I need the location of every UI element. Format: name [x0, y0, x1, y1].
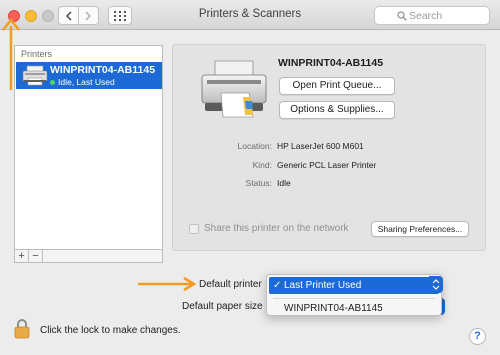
lock-message: Click the lock to make changes.	[40, 325, 181, 336]
kind-row: Kind: Generic PCL Laser Printer	[173, 160, 487, 172]
annotation-arrow-right-icon	[138, 276, 197, 292]
share-printer-checkbox[interactable]	[189, 223, 199, 234]
options-supplies-button[interactable]: Options & Supplies...	[279, 101, 395, 119]
printer-icon	[22, 65, 48, 86]
search-field[interactable]: Search	[374, 6, 490, 25]
printers-list: Printers WINPRINT04-AB1145 Idle, Last Us…	[14, 45, 163, 250]
status-dot-icon	[50, 79, 55, 85]
printers-list-footer: + −	[14, 250, 163, 263]
menu-item-last-printer-used-label: Last Printer Used	[284, 280, 362, 291]
printer-large-icon	[201, 60, 267, 118]
share-printer-label: Share this printer on the network	[204, 223, 349, 234]
search-placeholder: Search	[409, 9, 443, 22]
printer-list-item[interactable]: WINPRINT04-AB1145 Idle, Last Used	[16, 62, 162, 89]
default-paper-size-label: Default paper size	[182, 301, 263, 312]
status-label: Status:	[245, 178, 272, 188]
sharing-preferences-button[interactable]: Sharing Preferences...	[371, 221, 469, 237]
menu-item-winprint[interactable]: WINPRINT04-AB1145	[269, 302, 439, 316]
location-value: HP LaserJet 600 M601	[277, 141, 364, 151]
printer-list-item-name: WINPRINT04-AB1145	[50, 64, 156, 76]
menu-divider	[273, 298, 435, 299]
default-printer-label: Default printer	[199, 279, 262, 290]
search-icon	[397, 11, 407, 21]
chevron-updown-icon	[432, 279, 440, 290]
remove-printer-button[interactable]: −	[29, 250, 43, 262]
help-button[interactable]: ?	[469, 328, 486, 345]
kind-value: Generic PCL Laser Printer	[277, 160, 377, 170]
kind-label: Kind:	[252, 160, 272, 170]
menu-item-last-printer-used[interactable]: ✓ Last Printer Used	[269, 277, 439, 294]
status-value: Idle	[277, 178, 291, 188]
status-row: Status: Idle	[173, 178, 487, 190]
default-printer-menu[interactable]: ✓ Last Printer Used WINPRINT04-AB1145	[266, 274, 442, 316]
location-label: Location:	[237, 141, 273, 151]
checkmark-icon: ✓	[273, 280, 282, 291]
printers-list-header: Printers	[21, 49, 53, 59]
default-printer-popup-stepper	[429, 276, 443, 293]
printer-name-heading: WINPRINT04-AB1145	[278, 57, 384, 69]
title-bar: Printers & Scanners Search	[0, 0, 500, 30]
printer-list-item-status-text: Idle, Last Used	[58, 77, 115, 87]
lock-icon[interactable]	[14, 318, 30, 339]
add-printer-button[interactable]: +	[15, 250, 29, 262]
share-printer-row: Share this printer on the network	[189, 223, 349, 234]
open-print-queue-button[interactable]: Open Print Queue...	[279, 77, 395, 95]
location-row: Location: HP LaserJet 600 M601	[173, 141, 487, 153]
annotation-arrow-up-icon	[2, 18, 20, 90]
printer-list-item-status: Idle, Last Used	[50, 77, 115, 87]
printer-detail-panel: WINPRINT04-AB1145 Open Print Queue... Op…	[172, 44, 486, 251]
